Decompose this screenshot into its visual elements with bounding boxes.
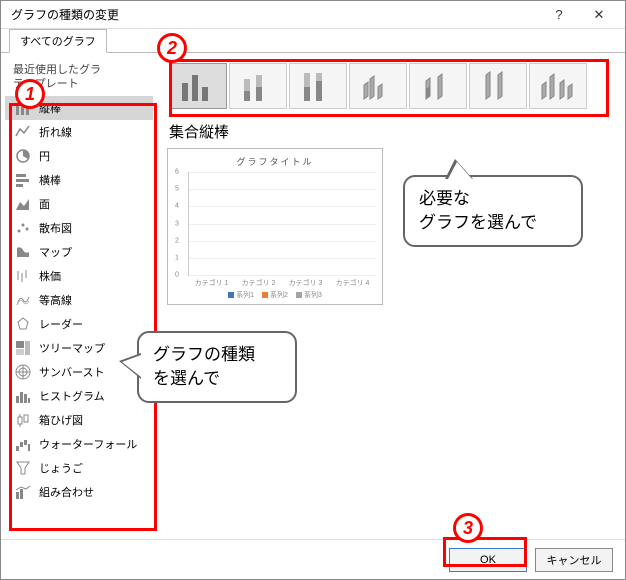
- category-label: 横棒: [39, 172, 61, 188]
- chart-x-labels: カテゴリ 1カテゴリ 2カテゴリ 3カテゴリ 4: [188, 278, 376, 288]
- category-icon: [15, 412, 31, 428]
- subtype-option[interactable]: [529, 63, 587, 109]
- category-icon: [15, 460, 31, 476]
- subtype-option[interactable]: [409, 63, 467, 109]
- dialog-title: グラフの種類の変更: [7, 6, 539, 23]
- category-icon: [15, 292, 31, 308]
- category-label: 円: [39, 148, 50, 164]
- category-item[interactable]: 株価: [5, 264, 153, 288]
- chart-legend: 系列1系列2系列3: [174, 290, 376, 300]
- category-icon: [15, 364, 31, 380]
- subtype-row: [167, 61, 615, 111]
- category-item[interactable]: 横棒: [5, 168, 153, 192]
- category-icon: [15, 196, 31, 212]
- category-icon: [15, 484, 31, 500]
- help-button[interactable]: ?: [539, 2, 579, 28]
- category-label: 組み合わせ: [39, 484, 94, 500]
- category-label: レーダー: [39, 316, 83, 332]
- ok-button[interactable]: OK: [449, 548, 527, 572]
- tab-all-charts[interactable]: すべてのグラフ: [9, 29, 107, 53]
- dialog-footer: OK キャンセル: [1, 539, 625, 579]
- category-item[interactable]: 箱ひげ図: [5, 408, 153, 432]
- category-item[interactable]: ヒストグラム: [5, 384, 153, 408]
- chart-preview: グラフタイトル 0123456 カテゴリ 1カテゴリ 2カテゴリ 3カテゴリ 4…: [167, 148, 383, 305]
- category-label: 散布図: [39, 220, 72, 236]
- chart-plot-area: 0123456: [188, 172, 376, 276]
- category-label: ツリーマップ: [39, 340, 105, 356]
- category-item[interactable]: マップ: [5, 240, 153, 264]
- subtype-option[interactable]: [349, 63, 407, 109]
- category-icon: [15, 268, 31, 284]
- callout-select-type: グラフの種類 を選んで: [137, 331, 297, 403]
- category-item[interactable]: レーダー: [5, 312, 153, 336]
- category-item[interactable]: じょうご: [5, 456, 153, 480]
- subtype-title: 集合縦棒: [167, 121, 615, 142]
- category-label: じょうご: [39, 460, 83, 476]
- category-sidebar: 最近使用したグラ テンプレート 縦棒折れ線円横棒面散布図マップ株価等高線レーダー…: [1, 53, 153, 539]
- subtype-option[interactable]: [229, 63, 287, 109]
- category-icon: [15, 220, 31, 236]
- category-label: 面: [39, 196, 50, 212]
- tabstrip: すべてのグラフ: [1, 29, 625, 53]
- category-label: 折れ線: [39, 124, 72, 140]
- category-label: ウォーターフォール: [39, 436, 137, 452]
- category-label: サンバースト: [39, 364, 104, 380]
- category-icon: [15, 124, 31, 140]
- category-item[interactable]: ウォーターフォール: [5, 432, 153, 456]
- change-chart-type-dialog: グラフの種類の変更 ? ✕ すべてのグラフ 最近使用したグラ テンプレート 縦棒…: [0, 0, 626, 580]
- category-icon: [15, 100, 31, 116]
- category-label: マップ: [39, 244, 72, 260]
- category-icon: [15, 340, 31, 356]
- cancel-button[interactable]: キャンセル: [535, 548, 613, 572]
- category-icon: [15, 316, 31, 332]
- category-label: 縦棒: [39, 100, 61, 116]
- category-label: ヒストグラム: [39, 388, 105, 404]
- main-panel: 集合縦棒 グラフタイトル 0123456 カテゴリ 1カテゴリ 2カテゴリ 3カ…: [153, 53, 625, 539]
- category-item[interactable]: 組み合わせ: [5, 480, 153, 504]
- category-label: 株価: [39, 268, 61, 284]
- titlebar: グラフの種類の変更 ? ✕: [1, 1, 625, 29]
- category-icon: [15, 172, 31, 188]
- category-icon: [15, 436, 31, 452]
- sidebar-recent-label: 最近使用したグラ: [5, 59, 153, 77]
- category-label: 等高線: [39, 292, 72, 308]
- category-icon: [15, 148, 31, 164]
- sidebar-templates-label: テンプレート: [5, 77, 153, 91]
- category-item[interactable]: 散布図: [5, 216, 153, 240]
- callout-select-chart: 必要な グラフを選んで: [403, 175, 583, 247]
- category-item[interactable]: 縦棒: [5, 96, 153, 120]
- subtype-option[interactable]: [469, 63, 527, 109]
- category-label: 箱ひげ図: [39, 412, 83, 428]
- close-button[interactable]: ✕: [579, 2, 619, 28]
- category-icon: [15, 244, 31, 260]
- category-item[interactable]: 折れ線: [5, 120, 153, 144]
- chart-title: グラフタイトル: [174, 155, 376, 168]
- subtype-option[interactable]: [289, 63, 347, 109]
- category-item[interactable]: 等高線: [5, 288, 153, 312]
- category-item[interactable]: 円: [5, 144, 153, 168]
- category-icon: [15, 388, 31, 404]
- subtype-option[interactable]: [169, 63, 227, 109]
- category-item[interactable]: 面: [5, 192, 153, 216]
